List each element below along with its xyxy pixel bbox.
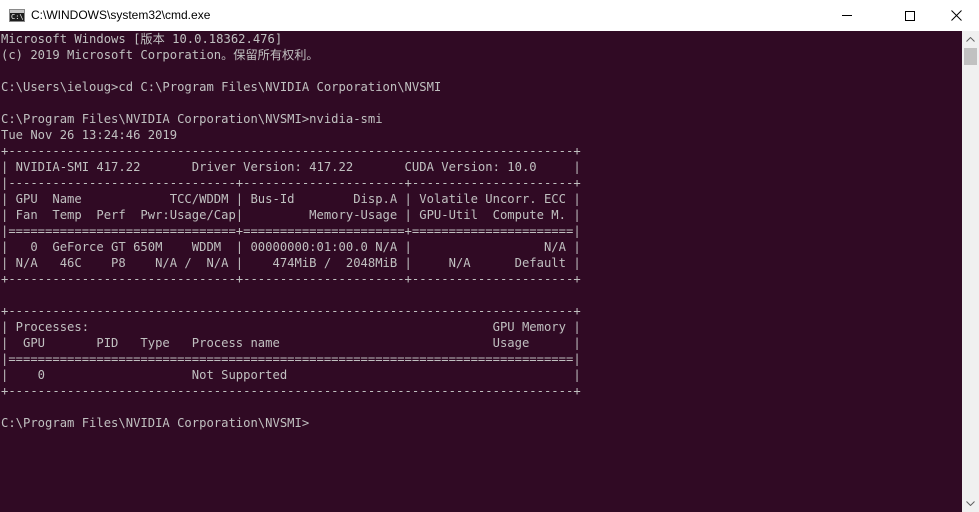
scroll-up-arrow-icon (966, 37, 975, 42)
vertical-scrollbar[interactable] (962, 31, 979, 512)
maximize-button[interactable] (887, 0, 933, 31)
cmd-window: C:\ C:\WINDOWS\system32\cmd.exe Microsof… (0, 0, 979, 512)
console-line: | 0 Not Supported | (1, 368, 581, 382)
console-line: |=======================================… (1, 352, 581, 366)
maximize-icon (905, 10, 915, 21)
console-line: +---------------------------------------… (1, 384, 581, 398)
console-line: C:\Program Files\NVIDIA Corporation\NVSM… (1, 416, 310, 430)
console-line: |===============================+=======… (1, 224, 581, 238)
console-line: +-------------------------------+-------… (1, 272, 581, 286)
console-line: C:\Users\ieloug>cd C:\Program Files\NVID… (1, 80, 442, 94)
console-line: | 0 GeForce GT 650M WDDM | 00000000:01:0… (1, 240, 581, 254)
console-line: | GPU Name TCC/WDDM | Bus-Id Disp.A | Vo… (1, 192, 581, 206)
scroll-up-button[interactable] (962, 31, 979, 48)
console-line: | GPU PID Type Process name Usage | (1, 336, 581, 350)
close-icon (950, 10, 962, 21)
scroll-down-arrow-icon (966, 501, 975, 506)
scrollbar-thumb[interactable] (964, 48, 977, 65)
close-button[interactable] (933, 0, 979, 31)
console-line: | Processes: GPU Memory | (1, 320, 581, 334)
console-line: Tue Nov 26 13:24:46 2019 (1, 128, 178, 142)
console-line: C:\Program Files\NVIDIA Corporation\NVSM… (1, 112, 383, 126)
minimize-button[interactable] (841, 0, 887, 31)
console-line: +---------------------------------------… (1, 144, 581, 158)
console-output[interactable]: Microsoft Windows [版本 10.0.18362.476] (c… (0, 31, 962, 512)
window-title: C:\WINDOWS\system32\cmd.exe (31, 8, 211, 22)
console-line: (c) 2019 Microsoft Corporation。保留所有权利。 (1, 48, 319, 62)
cmd-app-icon-label: C:\ (11, 13, 24, 21)
console-line: | N/A 46C P8 N/A / N/A | 474MiB / 2048Mi… (1, 256, 581, 270)
minimize-icon (842, 15, 852, 16)
console-line: +---------------------------------------… (1, 304, 581, 318)
console-line: Microsoft Windows [版本 10.0.18362.476] (1, 32, 283, 46)
console-line: |-------------------------------+-------… (1, 176, 581, 190)
title-bar[interactable]: C:\ C:\WINDOWS\system32\cmd.exe (0, 0, 979, 31)
scroll-down-button[interactable] (962, 495, 979, 512)
cmd-app-icon[interactable]: C:\ (9, 9, 25, 22)
console-line: | NVIDIA-SMI 417.22 Driver Version: 417.… (1, 160, 581, 174)
console-line: | Fan Temp Perf Pwr:Usage/Cap| Memory-Us… (1, 208, 581, 222)
